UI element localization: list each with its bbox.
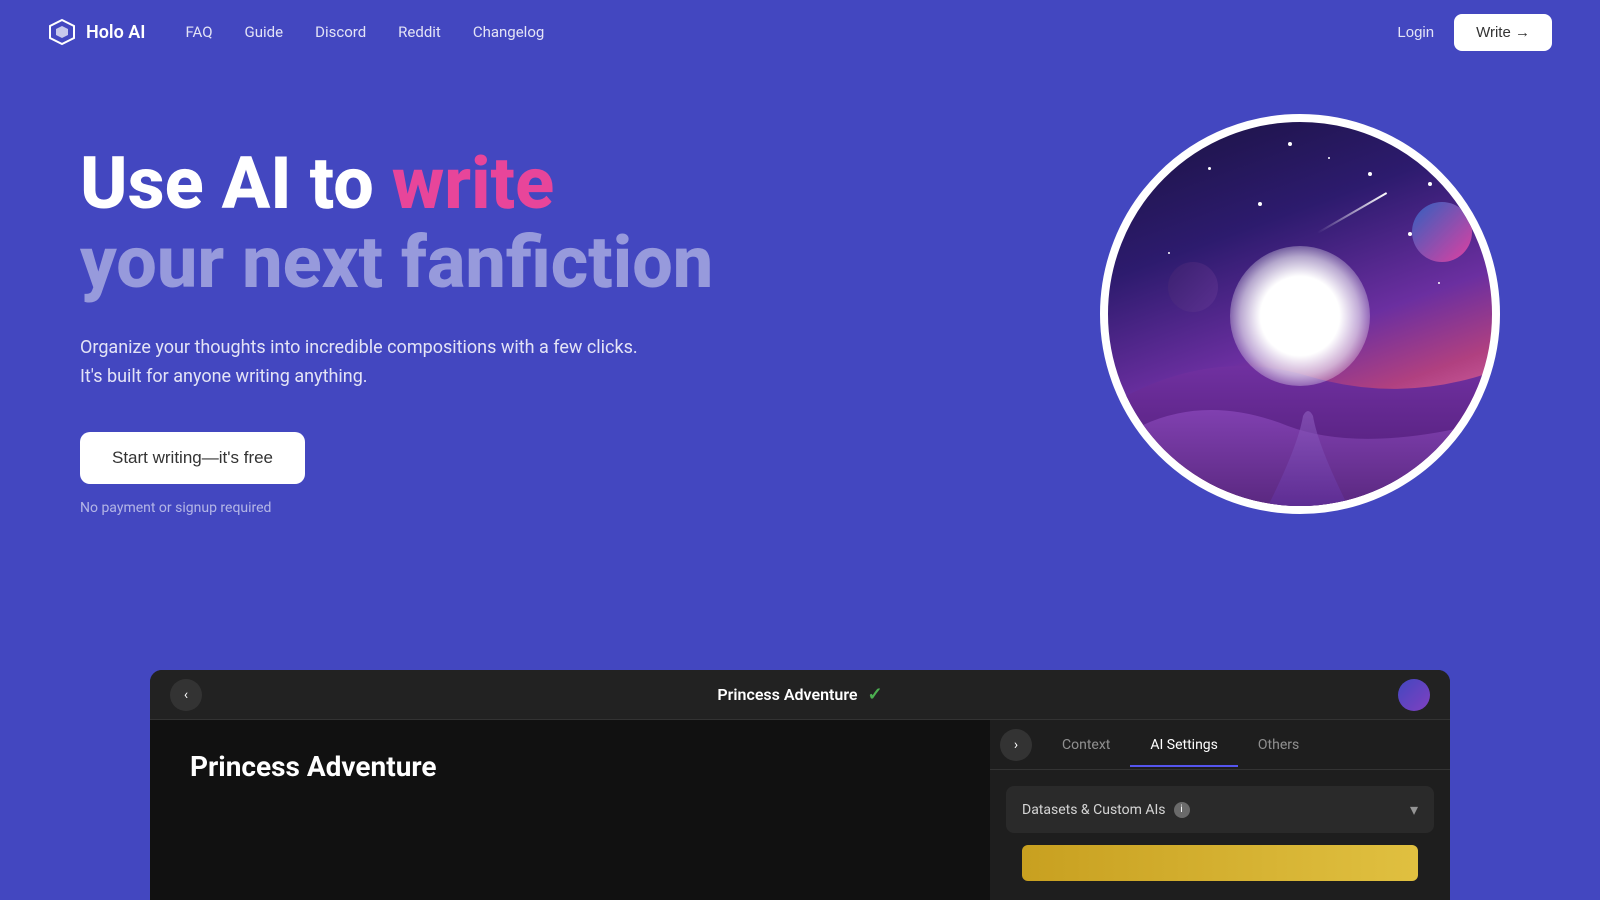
app-project-title: Princess Adventure xyxy=(717,685,857,704)
tab-context[interactable]: Context xyxy=(1042,723,1130,767)
star-8 xyxy=(1328,157,1330,159)
app-content: Princess Adventure › Context AI Settings… xyxy=(150,720,1450,900)
app-right-panel: › Context AI Settings Others Datasets & … xyxy=(990,720,1450,900)
star-2 xyxy=(1288,142,1292,146)
hero-desc-line2: It's built for anyone writing anything. xyxy=(80,366,368,387)
star-3 xyxy=(1368,172,1372,176)
hero-description: Organize your thoughts into incredible c… xyxy=(80,334,713,392)
header-right: Login Write → xyxy=(1397,14,1552,51)
nav-reddit[interactable]: Reddit xyxy=(398,23,441,41)
info-icon: i xyxy=(1174,802,1190,818)
app-titlebar: ‹ Princess Adventure ✓ xyxy=(150,670,1450,720)
right-tabs: › Context AI Settings Others xyxy=(990,720,1450,770)
nav-guide[interactable]: Guide xyxy=(245,23,284,41)
main-nav: FAQ Guide Discord Reddit Changelog xyxy=(185,23,544,41)
hero-desc-line1: Organize your thoughts into incredible c… xyxy=(80,337,638,358)
illustration-circle xyxy=(1100,114,1500,514)
hero-illustration xyxy=(1100,114,1520,534)
hero-left: Use AI to write your next fanfiction Org… xyxy=(80,124,713,516)
avatar xyxy=(1398,679,1430,711)
write-button[interactable]: Write → xyxy=(1454,14,1552,51)
header-left: Holo AI FAQ Guide Discord Reddit Changel… xyxy=(48,18,544,46)
hero-title-subtitle: your next fanfiction xyxy=(80,223,713,302)
back-button[interactable]: ‹ xyxy=(170,679,202,711)
star-9 xyxy=(1168,252,1170,254)
right-body: Datasets & Custom AIs i ▾ xyxy=(990,770,1450,897)
hero-section: Use AI to write your next fanfiction Org… xyxy=(0,64,1600,574)
header: Holo AI FAQ Guide Discord Reddit Changel… xyxy=(0,0,1600,64)
app-title-center: Princess Adventure ✓ xyxy=(717,684,882,705)
logo-icon xyxy=(48,18,76,46)
planet-left xyxy=(1168,262,1218,312)
hero-title: Use AI to write your next fanfiction xyxy=(80,144,713,302)
star-11 xyxy=(1438,282,1440,284)
logo-text: Holo AI xyxy=(86,22,145,43)
shooting-star xyxy=(1317,192,1387,234)
dataset-text: Datasets & Custom AIs xyxy=(1022,802,1166,818)
star-4 xyxy=(1258,202,1262,206)
star-1 xyxy=(1188,152,1192,156)
yellow-bar xyxy=(1022,845,1418,881)
chevron-down-icon[interactable]: ▾ xyxy=(1410,800,1418,819)
tabs-arrow[interactable]: › xyxy=(1000,729,1032,761)
nav-changelog[interactable]: Changelog xyxy=(473,23,544,41)
nav-discord[interactable]: Discord xyxy=(315,23,366,41)
hero-title-part1: Use AI to write xyxy=(80,141,554,226)
check-icon: ✓ xyxy=(868,684,883,705)
planet-right xyxy=(1412,202,1472,262)
tab-ai-settings[interactable]: AI Settings xyxy=(1130,723,1238,767)
star-5 xyxy=(1428,182,1432,186)
tab-others[interactable]: Others xyxy=(1238,723,1319,767)
start-writing-button[interactable]: Start writing—it's free xyxy=(80,432,305,484)
logo[interactable]: Holo AI xyxy=(48,18,145,46)
dataset-label: Datasets & Custom AIs i xyxy=(1022,802,1190,818)
dataset-row: Datasets & Custom AIs i ▾ xyxy=(1006,786,1434,833)
nav-faq[interactable]: FAQ xyxy=(185,23,212,41)
story-title: Princess Adventure xyxy=(190,750,950,783)
app-preview: ‹ Princess Adventure ✓ Princess Adventur… xyxy=(150,670,1450,900)
moon-glow xyxy=(1230,246,1370,386)
login-button[interactable]: Login xyxy=(1397,24,1434,41)
hero-title-highlight: write xyxy=(392,141,554,226)
star-7 xyxy=(1208,167,1211,170)
no-payment-text: No payment or signup required xyxy=(80,500,713,516)
app-left-panel: Princess Adventure xyxy=(150,720,990,900)
